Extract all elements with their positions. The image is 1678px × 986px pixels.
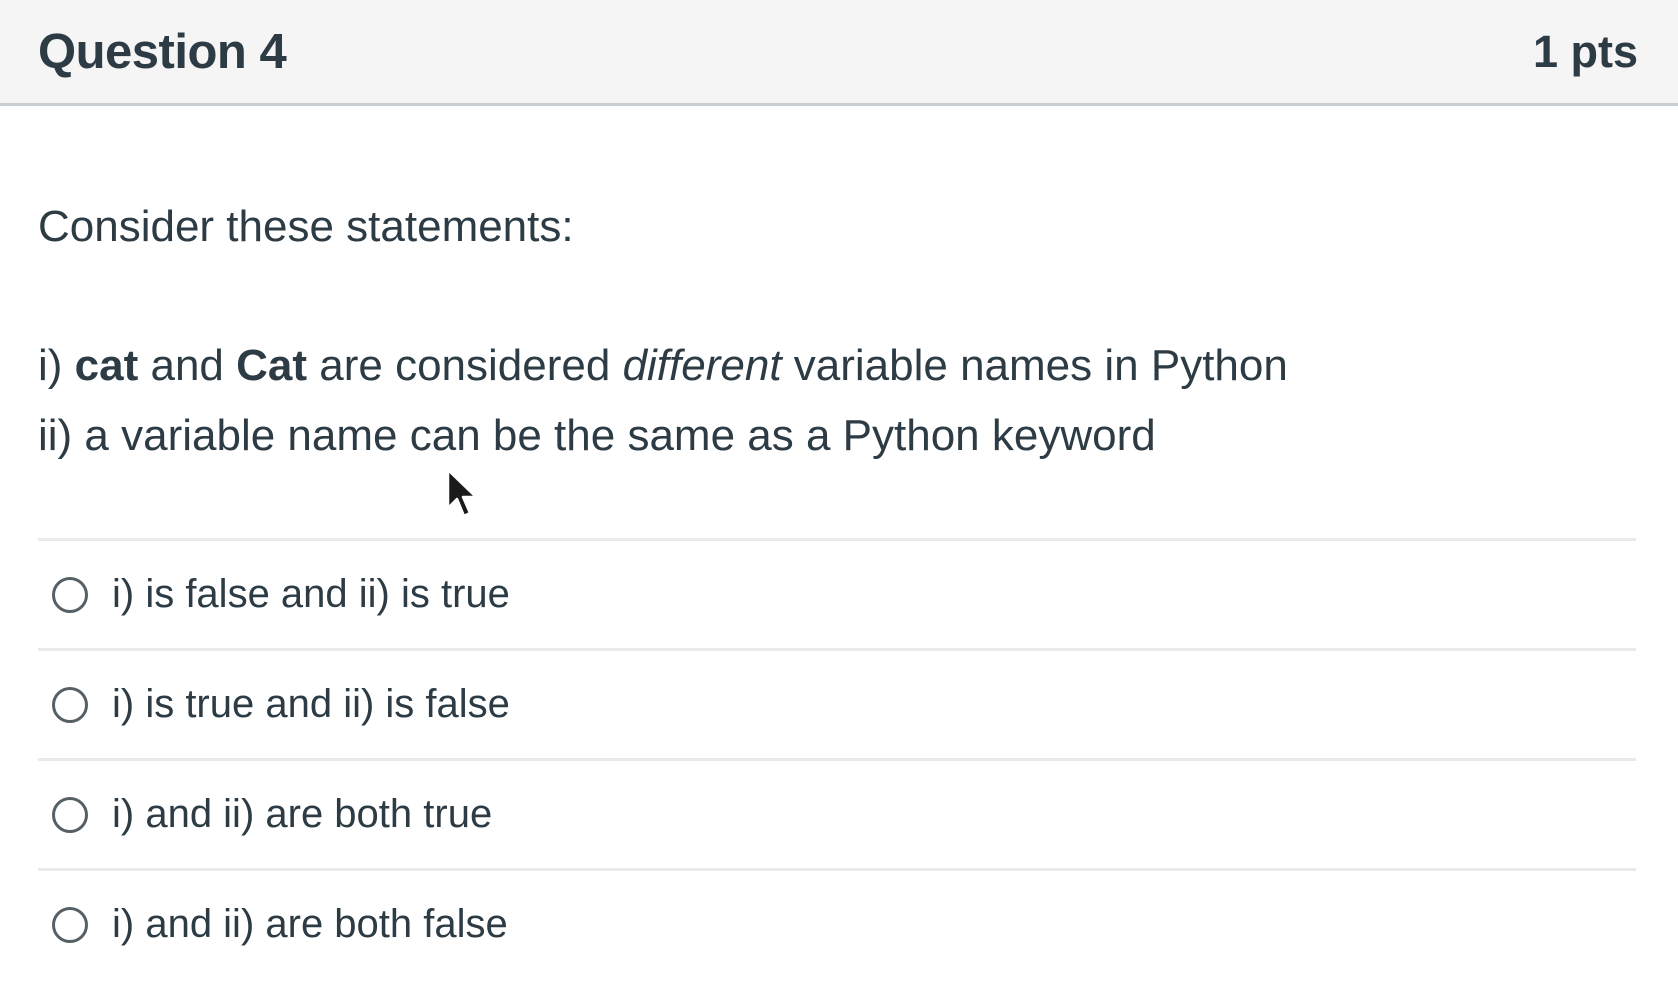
- statement-1-prefix: i): [38, 341, 75, 390]
- statement-1-mid1: and: [138, 341, 237, 390]
- answer-option-1[interactable]: i) is false and ii) is true: [38, 538, 1636, 648]
- mouse-pointer-icon: [446, 468, 478, 518]
- answer-option-3[interactable]: i) and ii) are both true: [38, 758, 1636, 868]
- statement-1-mid2: are considered: [307, 341, 623, 390]
- answer-2-label[interactable]: i) is true and ii) is false: [112, 682, 510, 727]
- statement-1-italic: different: [622, 341, 782, 390]
- statement-1-end: variable names in Python: [781, 341, 1288, 390]
- statement-1-bold-cat: cat: [74, 341, 139, 390]
- question-header: Question 4 1 pts: [0, 0, 1678, 106]
- statement-1: i) cat and Cat are considered different …: [38, 341, 1288, 391]
- answer-option-4[interactable]: i) and ii) are both false: [38, 868, 1636, 978]
- answer-3-label[interactable]: i) and ii) are both true: [112, 792, 492, 837]
- question-points: 1 pts: [1532, 25, 1638, 77]
- statement-1-bold-Cat: Cat: [236, 341, 308, 390]
- answer-1-radio[interactable]: [52, 576, 88, 613]
- answer-2-radio[interactable]: [52, 686, 88, 723]
- answer-4-radio[interactable]: [52, 906, 88, 943]
- answer-4-label[interactable]: i) and ii) are both false: [112, 902, 508, 947]
- answer-1-label[interactable]: i) is false and ii) is true: [112, 572, 510, 617]
- question-intro: Consider these statements:: [38, 202, 574, 251]
- question-title: Question 4: [38, 24, 287, 79]
- answer-3-radio[interactable]: [52, 796, 88, 833]
- statement-2: ii) a variable name can be the same as a…: [38, 411, 1156, 460]
- answer-list: i) is false and ii) is true i) is true a…: [38, 538, 1636, 978]
- answer-option-2[interactable]: i) is true and ii) is false: [38, 648, 1636, 758]
